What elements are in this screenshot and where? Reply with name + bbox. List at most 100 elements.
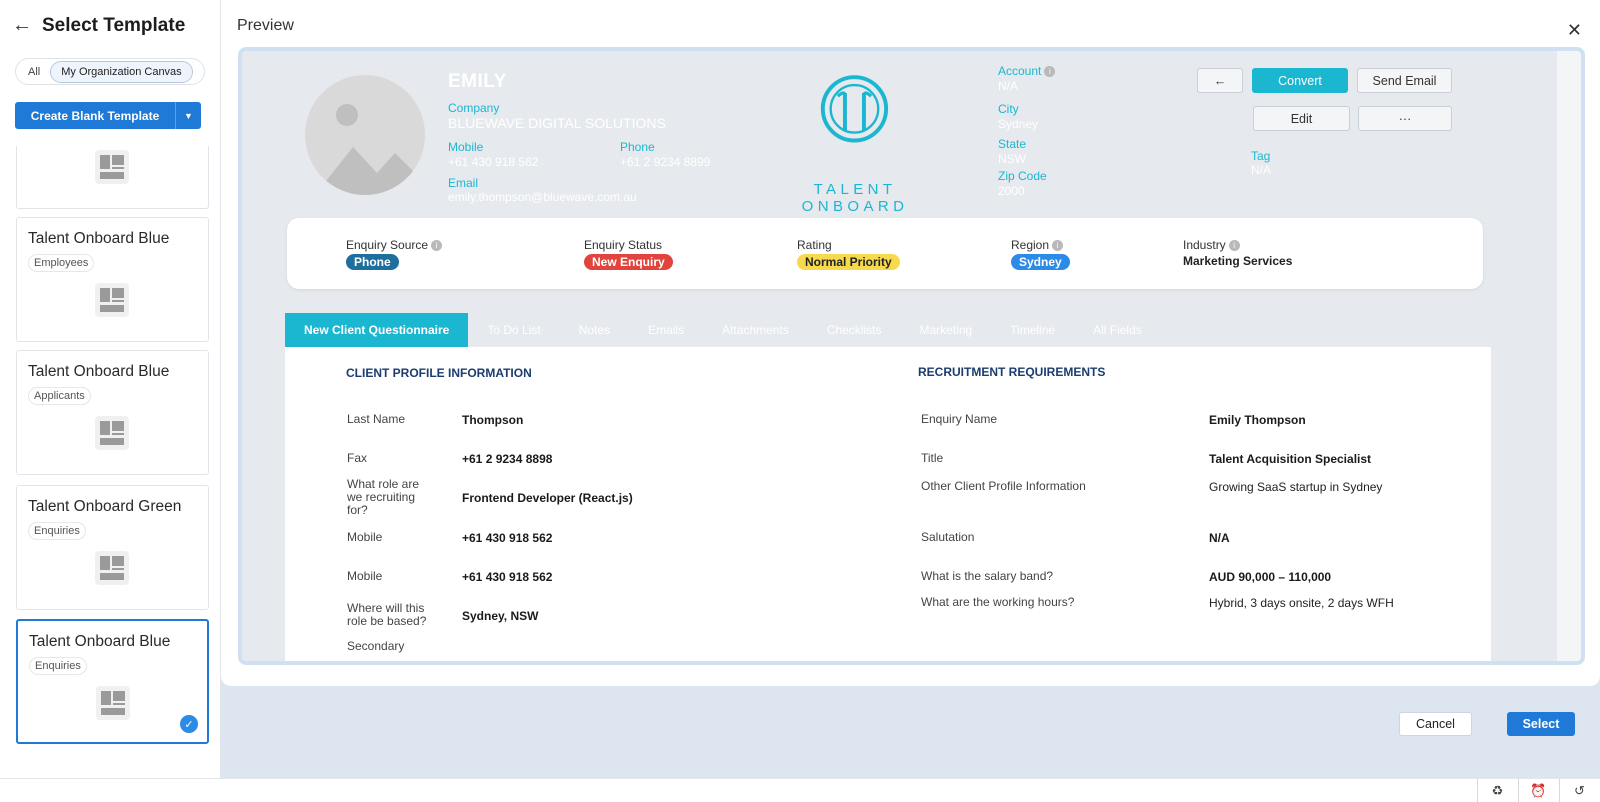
template-thumbnail-icon	[95, 150, 129, 184]
field-value: +61 430 918 562	[462, 570, 553, 584]
phone-value: +61 2 9234 8899	[620, 155, 711, 169]
tab-attachments[interactable]: Attachments	[703, 313, 808, 347]
company-label: Company	[448, 101, 500, 115]
sidebar-title: Select Template	[42, 14, 186, 36]
company-value: BLUEWAVE DIGITAL SOLUTIONS	[448, 115, 666, 131]
convert-button[interactable]: Convert	[1252, 68, 1348, 93]
create-blank-template-group: Create Blank Template ▼	[15, 102, 201, 129]
template-card-tag: Enquiries	[29, 657, 87, 675]
tab-marketing[interactable]: Marketing	[900, 313, 991, 347]
select-button[interactable]: Select	[1507, 712, 1575, 736]
industry-label: Industry	[1183, 238, 1226, 252]
main-area: Preview ✕ EMILY Company BLUEWAVE DIGITAL…	[221, 0, 1600, 778]
sidebar-header: ← Select Template	[12, 14, 185, 37]
logo-text: TALENT ONBOARD	[801, 181, 909, 215]
enquiry-source-label: Enquiry Source	[346, 238, 429, 252]
bottom-status-bar: ♻ ⏰ ↺	[0, 778, 1600, 802]
edit-button[interactable]: Edit	[1253, 106, 1350, 131]
close-icon[interactable]: ✕	[1567, 20, 1582, 41]
field-label: Fax	[347, 451, 368, 465]
template-card-title: Talent Onboard Blue	[28, 363, 170, 380]
template-card[interactable]: Talent Onboard Blue Applicants	[16, 350, 209, 475]
alarm-clock-icon[interactable]: ⏰	[1518, 779, 1558, 802]
tab-new-client-questionnaire[interactable]: New Client Questionnaire	[285, 313, 469, 347]
template-thumbnail-icon	[95, 551, 129, 585]
zip-label: Zip Code	[998, 169, 1047, 183]
account-value: N/A	[998, 79, 1019, 93]
recruitment-title: RECRUITMENT REQUIREMENTS	[918, 365, 1106, 379]
enquiry-status-label: Enquiry Status	[584, 238, 663, 252]
template-card[interactable]: Talent Onboard Blue Employees	[16, 217, 209, 342]
field-value: Emily Thompson	[1209, 413, 1306, 427]
preview-panel: Preview ✕ EMILY Company BLUEWAVE DIGITAL…	[221, 0, 1600, 686]
recycle-icon[interactable]: ♻	[1477, 779, 1517, 802]
field-value: Thompson	[462, 413, 524, 427]
record-tabs: New Client Questionnaire To Do List Note…	[285, 313, 1161, 347]
template-card[interactable]: Talent Onboard Green Enquiries	[16, 485, 209, 610]
enquiry-source-pill: Phone	[346, 254, 399, 270]
rating-pill: Normal Priority	[797, 254, 900, 270]
back-button[interactable]: ←	[1197, 68, 1243, 93]
questionnaire-content: CLIENT PROFILE INFORMATION RECRUITMENT R…	[285, 347, 1491, 661]
city-value: Sydney	[998, 117, 1039, 131]
tab-to-do-list[interactable]: To Do List	[468, 313, 559, 347]
field-value: Sydney, NSW	[462, 609, 539, 623]
state-value: NSW	[998, 152, 1026, 166]
info-icon: i	[1228, 240, 1240, 252]
region-label: Region	[1011, 238, 1050, 252]
tab-timeline[interactable]: Timeline	[991, 313, 1074, 347]
template-card-tag: Employees	[28, 254, 95, 272]
template-card[interactable]	[16, 146, 209, 209]
tab-all-fields[interactable]: All Fields	[1074, 313, 1161, 347]
back-arrow-icon[interactable]: ←	[12, 14, 32, 37]
field-value: +61 2 9234 8898	[462, 452, 553, 466]
tab-notes[interactable]: Notes	[560, 313, 629, 347]
field-label: What are the working hours?	[921, 595, 1075, 609]
field-label: Mobile	[347, 569, 383, 583]
phone-label: Phone	[620, 140, 655, 154]
email-label: Email	[448, 176, 479, 190]
field-label: What is the salary band?	[921, 569, 1054, 583]
rating-label: Rating	[797, 238, 832, 252]
enquiry-source: Enquiry Source i Phone	[346, 238, 443, 271]
zip-value: 2000	[998, 184, 1025, 198]
history-icon[interactable]: ↺	[1559, 779, 1599, 802]
cancel-button[interactable]: Cancel	[1399, 712, 1472, 736]
enquiry-status: Enquiry Status New Enquiry	[584, 238, 673, 271]
preview-title: Preview	[237, 17, 294, 34]
avatar-placeholder-icon	[305, 75, 425, 195]
region-pill: Sydney	[1011, 254, 1070, 270]
template-card-title: Talent Onboard Blue	[28, 230, 170, 247]
summary-card: Enquiry Source i Phone Enquiry Status New…	[287, 218, 1483, 289]
enquiry-status-pill: New Enquiry	[584, 254, 673, 270]
template-card-selected[interactable]: Talent Onboard Blue Enquiries ✓	[16, 619, 209, 744]
tab-checklists[interactable]: Checklists	[808, 313, 901, 347]
field-label: Title	[921, 451, 944, 465]
chevron-down-icon[interactable]: ▼	[175, 102, 201, 129]
state-label: State	[998, 137, 1027, 151]
template-filter-toggle: All My Organization Canvas	[15, 58, 205, 85]
template-card-title: Talent Onboard Green	[28, 498, 182, 515]
filter-all[interactable]: All	[18, 62, 50, 82]
template-thumbnail-icon	[95, 416, 129, 450]
mobile-value: +61 430 918 562	[448, 155, 539, 169]
record-name: EMILY	[448, 71, 507, 92]
create-blank-template-button[interactable]: Create Blank Template	[15, 102, 175, 129]
info-icon: i	[431, 240, 443, 252]
filter-my-organization[interactable]: My Organization Canvas	[50, 60, 193, 83]
template-thumbnail-icon	[95, 283, 129, 317]
template-preview-frame: EMILY Company BLUEWAVE DIGITAL SOLUTIONS…	[238, 47, 1585, 665]
more-actions-button[interactable]: ···	[1358, 106, 1452, 131]
template-sidebar: ← Select Template All My Organization Ca…	[0, 0, 221, 778]
tag-value: N/A	[1251, 163, 1272, 177]
field-label: Other Client Profile Information	[921, 479, 1086, 493]
template-card-list: Talent Onboard Blue Employees Talent Onb…	[0, 146, 221, 756]
field-value: AUD 90,000 – 110,000	[1209, 570, 1332, 584]
city-label: City	[998, 102, 1019, 116]
scrollbar[interactable]	[1557, 51, 1581, 661]
send-email-button[interactable]: Send Email	[1357, 68, 1452, 93]
field-value: Growing SaaS startup in Sydney	[1209, 480, 1383, 494]
account-label: Account i	[998, 64, 1056, 78]
field-label: Secondary	[347, 639, 405, 653]
tab-emails[interactable]: Emails	[629, 313, 703, 347]
